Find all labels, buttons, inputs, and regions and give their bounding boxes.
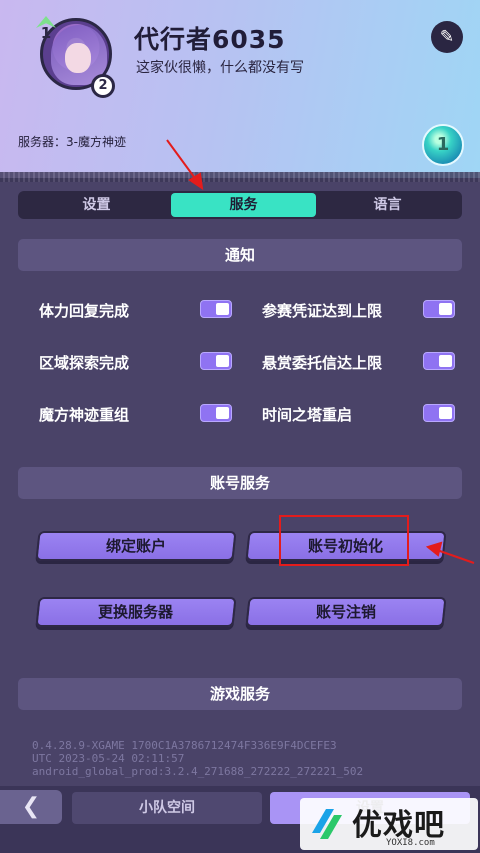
arrow-head-service (188, 172, 204, 191)
arrow-to-reset-button (436, 549, 475, 564)
watermark-sub: YOXI8.com (386, 838, 435, 848)
watermark-logo-icon (312, 809, 342, 839)
highlight-box (279, 515, 409, 566)
annotation-arrows (166, 139, 475, 564)
arrow-head-reset (425, 541, 443, 557)
arrow-to-service-tab (166, 139, 198, 182)
